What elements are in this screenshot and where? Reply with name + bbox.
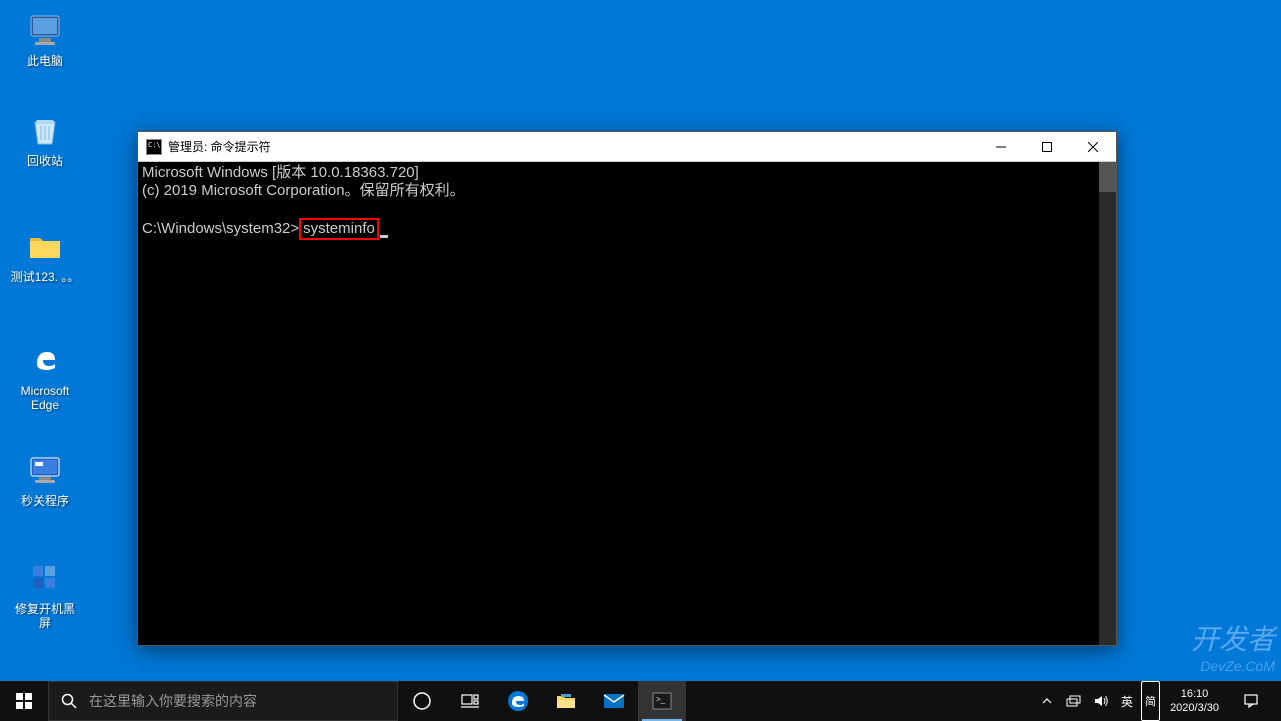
tray-clock[interactable]: 16:10 2020/3/30 [1162,687,1227,715]
cmd-output-line: Microsoft Windows [版本 10.0.18363.720] [142,164,1112,182]
this-pc-icon [25,10,65,50]
close-button[interactable] [1070,132,1116,162]
scrollbar[interactable] [1099,162,1116,645]
tray-ime-mode[interactable]: 简 [1141,681,1160,721]
cmd-window: 管理员: 命令提示符 Microsoft Windows [版本 10.0.18… [137,131,1117,646]
tray-chevron-up-icon[interactable] [1035,681,1059,721]
tray-time: 16:10 [1181,687,1209,701]
desktop-icon-edge[interactable]: Microsoft Edge [8,338,82,414]
tray-volume-icon[interactable] [1087,681,1115,721]
desktop-icon-label: 测试123. 。。 [11,270,80,284]
cmd-output-line: (c) 2019 Microsoft Corporation。保留所有权利。 [142,182,1112,200]
cmd-body[interactable]: Microsoft Windows [版本 10.0.18363.720] (c… [138,162,1116,645]
edge-icon [25,340,65,380]
search-box[interactable] [48,681,398,721]
watermark-text: 开发者 [1191,627,1275,653]
fix-boot-icon [25,558,65,598]
desktop-icon-label: 回收站 [27,154,63,168]
folder-icon [25,226,65,266]
tray-ime-lang[interactable]: 英 [1115,681,1139,721]
cursor [380,235,388,238]
tray-date: 2020/3/30 [1170,701,1219,715]
desktop-icon-label: 秒关程序 [21,494,69,508]
window-title: 管理员: 命令提示符 [168,138,978,155]
taskbar-cmd[interactable]: >_ [638,681,686,721]
cmd-blank-line [142,200,1112,218]
maximize-button[interactable] [1024,132,1070,162]
search-icon [49,693,89,709]
taskbar-mail[interactable] [590,681,638,721]
desktop-icon-shutdown[interactable]: 秒关程序 [8,448,82,510]
watermark-sub: DevZe.CoM [1191,653,1275,679]
desktop-icon-label: 修复开机黑屏 [10,602,80,630]
system-tray: 英 简 16:10 2020/3/30 [1035,681,1281,721]
desktop-icon-fix-boot[interactable]: 修复开机黑屏 [8,556,82,632]
desktop-icon-label: Microsoft Edge [10,384,80,412]
taskbar-edge[interactable] [494,681,542,721]
desktop-icon-label: 此电脑 [27,54,63,68]
cmd-prompt-line: C:\Windows\system32>systeminfo [142,218,1112,240]
shutdown-icon [25,450,65,490]
taskbar: >_ 英 简 16:10 2020/3/30 [0,681,1281,721]
action-center-button[interactable] [1227,693,1275,709]
task-view-button[interactable] [446,681,494,721]
taskbar-explorer[interactable] [542,681,590,721]
highlighted-command: systeminfo [299,218,379,240]
tray-network-icon[interactable] [1059,681,1087,721]
search-input[interactable] [89,693,397,709]
taskbar-spacer [686,681,1035,721]
cortana-button[interactable] [398,681,446,721]
desktop-icon-test-folder[interactable]: 测试123. 。。 [8,224,82,286]
titlebar[interactable]: 管理员: 命令提示符 [138,132,1116,162]
window-controls [978,132,1116,162]
cmd-prompt: C:\Windows\system32> [142,220,299,237]
start-button[interactable] [0,681,48,721]
recycle-bin-icon [25,110,65,150]
svg-text:>_: >_ [656,695,666,704]
desktop-icon-this-pc[interactable]: 此电脑 [8,8,82,70]
cmd-icon [146,139,162,155]
scrollbar-thumb[interactable] [1099,162,1116,192]
watermark: 开发者 DevZe.CoM [1191,627,1275,679]
minimize-button[interactable] [978,132,1024,162]
desktop-icon-recycle-bin[interactable]: 回收站 [8,108,82,170]
